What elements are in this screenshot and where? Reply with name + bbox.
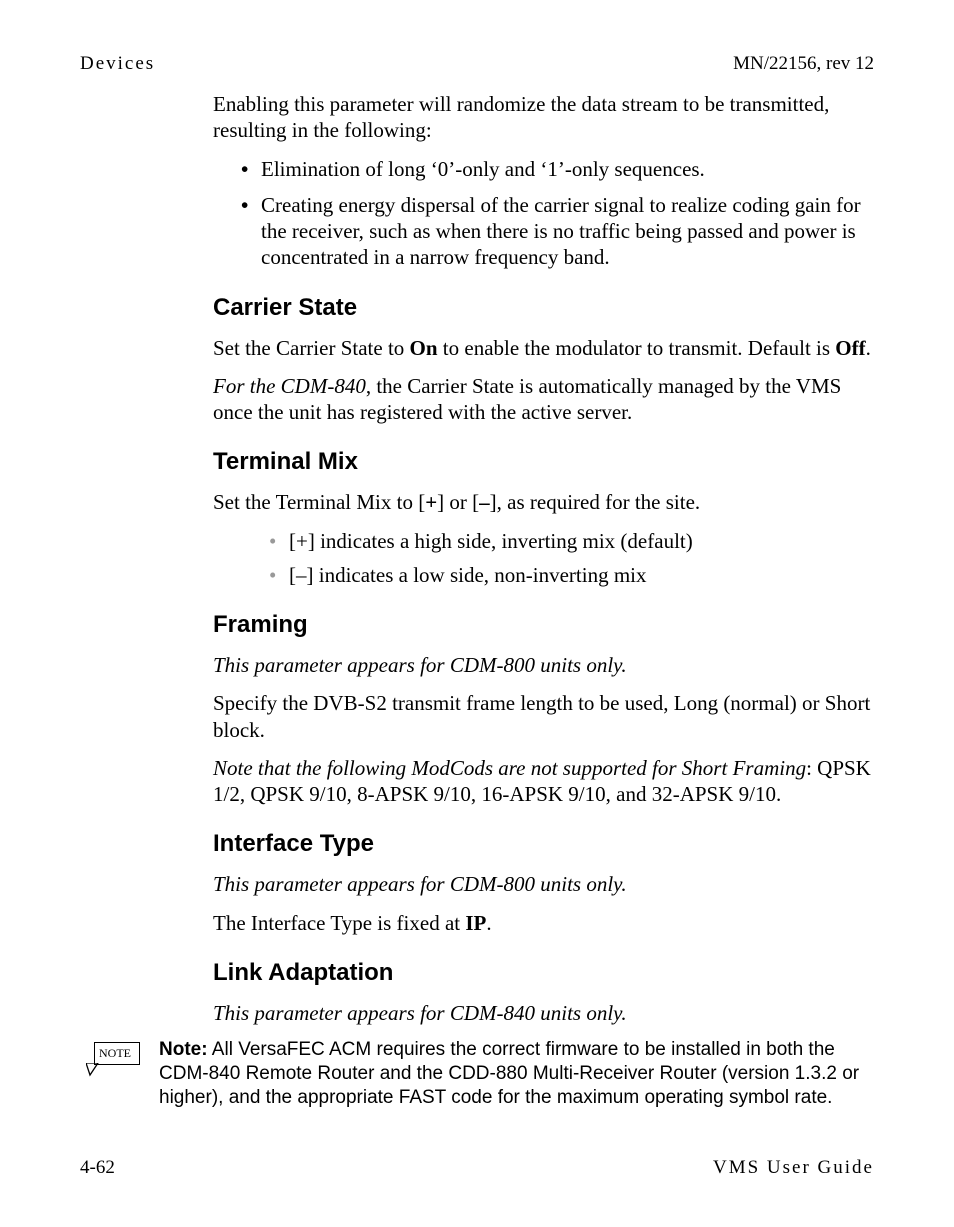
framing-p1-em: This parameter appears for CDM-800 units… [213,653,627,677]
intro-bullet-2: Creating energy dispersal of the carrier… [241,192,874,271]
carrier-state-p1-mid: to enable the modulator to transmit. Def… [438,336,836,360]
terminal-mix-list: [+] indicates a high side, inverting mix… [213,528,874,589]
interface-type-p1: This parameter appears for CDM-800 units… [213,871,874,897]
heading-framing: Framing [213,610,874,640]
terminal-mix-p1-post: ], as required for the site. [490,490,701,514]
framing-p3: Note that the following ModCods are not … [213,755,874,808]
carrier-state-p1: Set the Carrier State to On to enable th… [213,335,874,361]
intro-bullet-1: Elimination of long ‘0’-only and ‘1’-onl… [241,156,874,182]
note-triangle-icon [86,1063,150,1077]
framing-p1: This parameter appears for CDM-800 units… [213,652,874,678]
note-icon: NOTE [80,1042,144,1079]
carrier-state-off: Off [835,336,865,360]
terminal-mix-minus: – [479,490,490,514]
terminal-mix-p1-pre: Set the Terminal Mix to [ [213,490,425,514]
terminal-mix-item-2: [–] indicates a low side, non-inverting … [269,562,874,588]
carrier-state-p1-post: . [866,336,871,360]
footer-page-number: 4-62 [80,1157,115,1179]
interface-type-p1-em: This parameter appears for CDM-800 units… [213,872,627,896]
interface-type-ip: IP [465,911,486,935]
carrier-state-on: On [410,336,438,360]
interface-type-p2-pre: The Interface Type is fixed at [213,911,465,935]
intro-bullets: Elimination of long ‘0’-only and ‘1’-onl… [213,156,874,271]
terminal-mix-item-1: [+] indicates a high side, inverting mix… [269,528,874,554]
heading-link-adaptation: Link Adaptation [213,958,874,988]
carrier-state-p2: For the CDM-840, the Carrier State is au… [213,373,874,426]
running-header-left: Devices [80,53,155,75]
terminal-mix-p1: Set the Terminal Mix to [+] or [–], as r… [213,489,874,515]
heading-carrier-state: Carrier State [213,293,874,323]
interface-type-p2-post: . [486,911,491,935]
interface-type-p2: The Interface Type is fixed at IP. [213,910,874,936]
heading-interface-type: Interface Type [213,829,874,859]
terminal-mix-p1-mid: ] or [ [437,490,479,514]
carrier-state-p2-em: For the CDM-840 [213,374,366,398]
framing-p2: Specify the DVB-S2 transmit frame length… [213,690,874,743]
footer-guide-title: VMS User Guide [713,1157,874,1179]
terminal-mix-plus: + [425,490,437,514]
link-adaptation-p1-em: This parameter appears for CDM-840 units… [213,1001,627,1025]
main-content: Enabling this parameter will randomize t… [213,91,874,1109]
note-lead: Note: [159,1039,208,1060]
running-header-right: MN/22156, rev 12 [733,53,874,75]
note-text: Note: All VersaFEC ACM requires the corr… [159,1038,874,1109]
heading-terminal-mix: Terminal Mix [213,447,874,477]
link-adaptation-p1: This parameter appears for CDM-840 units… [213,1000,874,1026]
carrier-state-p1-pre: Set the Carrier State to [213,336,410,360]
note-block: NOTE Note: All VersaFEC ACM requires the… [80,1038,874,1109]
note-icon-label: NOTE [94,1042,140,1065]
note-body: All VersaFEC ACM requires the correct fi… [159,1039,859,1108]
framing-p3-em: Note that the following ModCods are not … [213,756,806,780]
intro-paragraph: Enabling this parameter will randomize t… [213,91,874,144]
